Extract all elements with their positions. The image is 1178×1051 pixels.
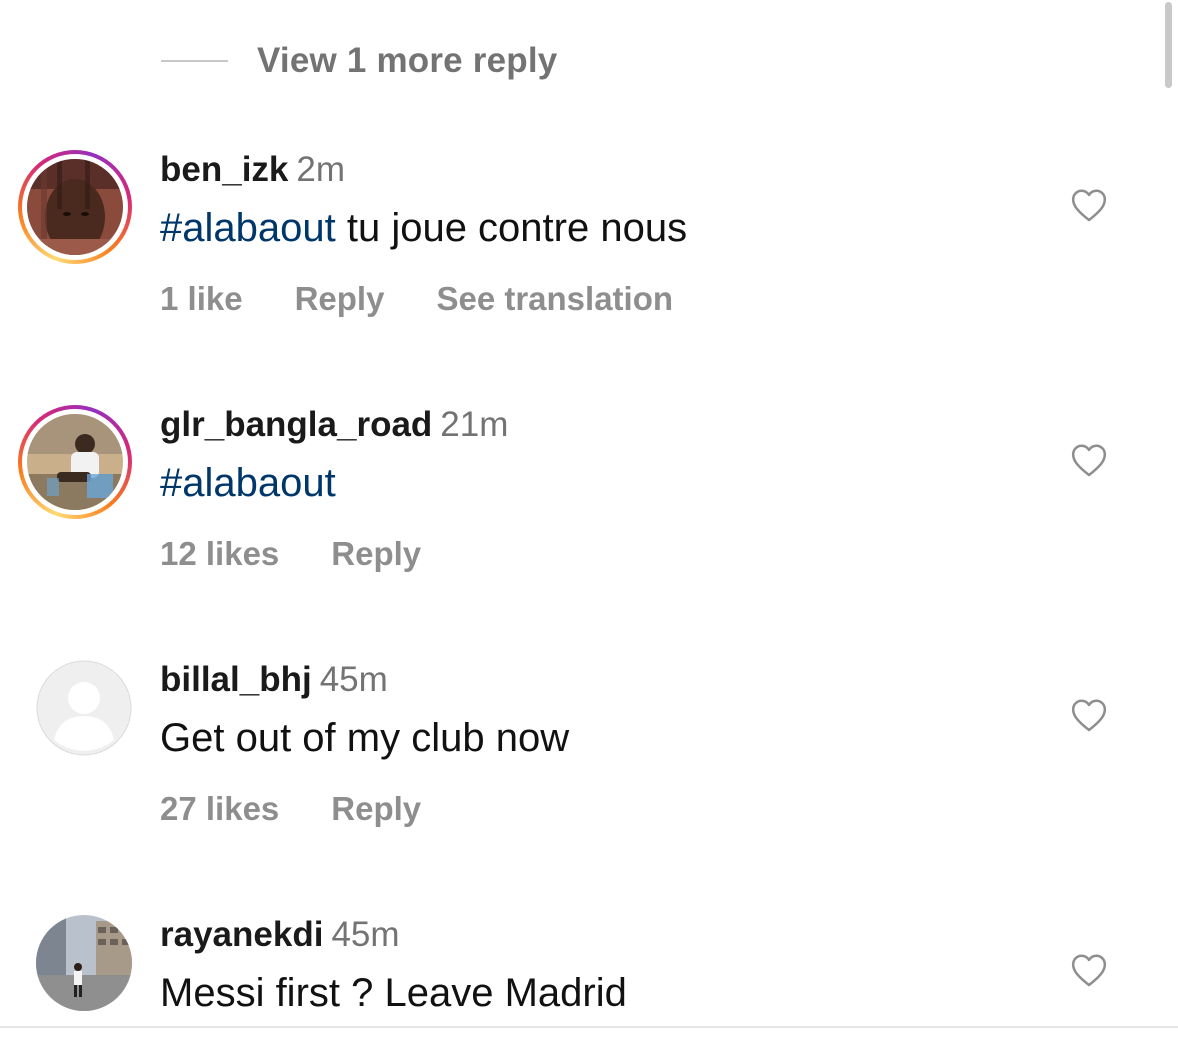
comment-timestamp: 45m bbox=[331, 915, 400, 954]
comment-hashtag-link[interactable]: #alabaout bbox=[160, 461, 336, 505]
comment-timestamp: 21m bbox=[440, 405, 509, 444]
heart-outline-icon[interactable] bbox=[1070, 442, 1108, 478]
heart-outline-icon[interactable] bbox=[1070, 697, 1108, 733]
comment-username[interactable]: glr_bangla_road bbox=[160, 405, 432, 444]
comment-actions: 27 likes Reply bbox=[160, 790, 569, 828]
scrollbar[interactable] bbox=[1165, 2, 1172, 88]
comment-body: Messi first ? Leave Madrid bbox=[160, 971, 627, 1015]
comment-text: Messi first ? Leave Madrid bbox=[160, 969, 627, 1017]
avatar[interactable] bbox=[36, 915, 132, 1011]
comment-username[interactable]: rayanekdi bbox=[160, 915, 323, 954]
avatar bbox=[27, 159, 123, 255]
divider bbox=[0, 1026, 1178, 1028]
comment-text: Get out of my club now bbox=[160, 714, 569, 762]
comment-actions: 1 like Reply See translation bbox=[160, 280, 725, 318]
avatar-story-ring[interactable] bbox=[18, 405, 132, 519]
comment-likes-count[interactable]: 27 likes bbox=[160, 790, 279, 828]
comment-likes-count[interactable]: 1 like bbox=[160, 280, 243, 318]
comment-body: Get out of my club now bbox=[160, 716, 570, 760]
reply-button[interactable]: Reply bbox=[331, 535, 421, 573]
heart-outline-icon[interactable] bbox=[1070, 187, 1108, 223]
view-more-replies-button[interactable]: View 1 more reply bbox=[161, 38, 557, 84]
default-avatar-icon[interactable] bbox=[36, 660, 132, 756]
comment-hashtag-link[interactable]: #alabaout bbox=[160, 206, 336, 250]
reply-thread-line bbox=[161, 60, 228, 62]
heart-outline-icon[interactable] bbox=[1070, 952, 1108, 988]
comment-username[interactable]: ben_izk bbox=[160, 150, 288, 189]
reply-button[interactable]: Reply bbox=[331, 790, 421, 828]
comment-body: tu joue contre nous bbox=[335, 206, 688, 250]
comment-timestamp: 2m bbox=[296, 150, 346, 189]
see-translation-button[interactable]: See translation bbox=[436, 280, 673, 318]
avatar-story-ring[interactable] bbox=[18, 150, 132, 264]
avatar bbox=[27, 414, 123, 510]
comment-text: #alabaout bbox=[160, 459, 508, 507]
comment-timestamp: 45m bbox=[319, 660, 388, 699]
view-more-replies-label: View 1 more reply bbox=[257, 41, 558, 80]
comment-username[interactable]: billal_bhj bbox=[160, 660, 312, 699]
comment-likes-count[interactable]: 12 likes bbox=[160, 535, 279, 573]
reply-button[interactable]: Reply bbox=[295, 280, 385, 318]
comment-text: #alabaout tu joue contre nous bbox=[160, 204, 725, 252]
comment-actions: 12 likes Reply bbox=[160, 535, 508, 573]
